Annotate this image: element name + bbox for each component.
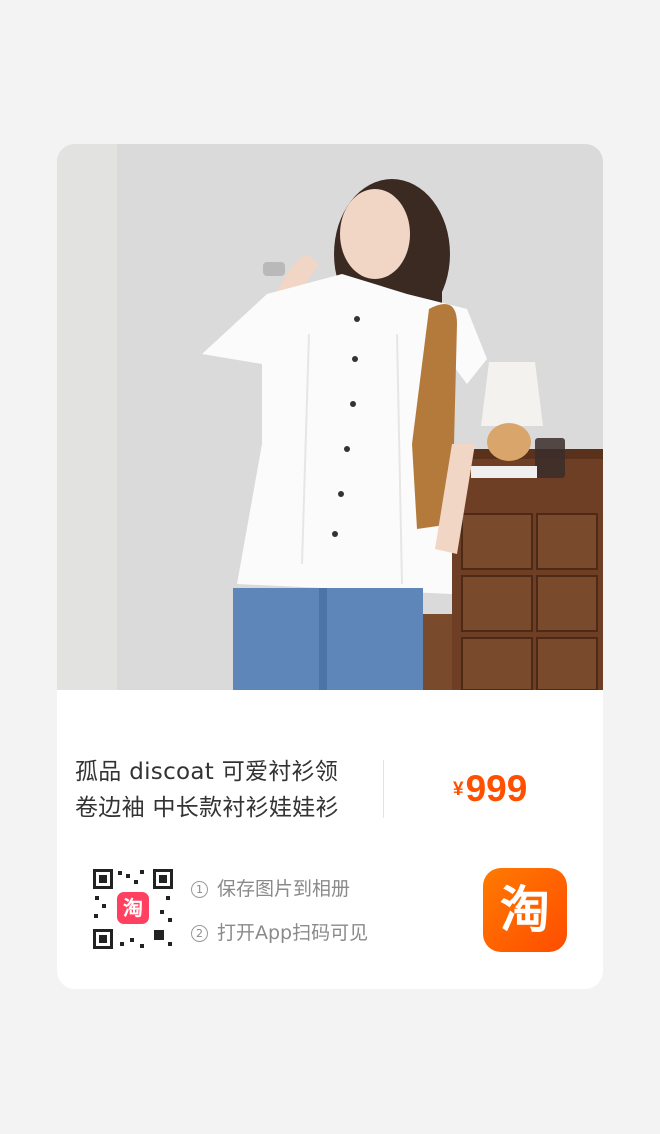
divider xyxy=(383,760,384,818)
product-title-line-2: 卷边袖 中长款衬衫娃娃衫 xyxy=(75,795,339,821)
step-2: 2 打开App扫码可见 xyxy=(191,918,368,962)
product-title-line-1: 孤品 discoat 可爱衬衫领 xyxy=(75,759,339,785)
step-number-icon: 2 xyxy=(191,925,208,942)
qr-center-logo: 淘 xyxy=(123,896,143,920)
step-number-icon: 1 xyxy=(191,881,208,898)
step-1-text: 保存图片到相册 xyxy=(217,878,351,900)
qr-code-icon[interactable]: 淘 xyxy=(90,866,176,952)
step-2-text: 打开App扫码可见 xyxy=(217,922,369,944)
price-value: 999 xyxy=(465,768,528,809)
taobao-logo-icon[interactable]: 淘 xyxy=(483,868,567,952)
step-1: 1 保存图片到相册 xyxy=(191,874,368,918)
instructions: 1 保存图片到相册 2 打开App扫码可见 xyxy=(191,874,368,962)
product-image[interactable] xyxy=(57,144,603,690)
product-photo-illustration xyxy=(57,144,603,690)
price-currency: ¥ xyxy=(453,779,464,800)
share-card: 孤品 discoat 可爱衬衫领 卷边袖 中长款衬衫娃娃衫 ¥999 淘 1 保… xyxy=(57,144,603,989)
product-title[interactable]: 孤品 discoat 可爱衬衫领 卷边袖 中长款衬衫娃娃衫 xyxy=(75,754,365,826)
price: ¥999 xyxy=(453,768,527,810)
